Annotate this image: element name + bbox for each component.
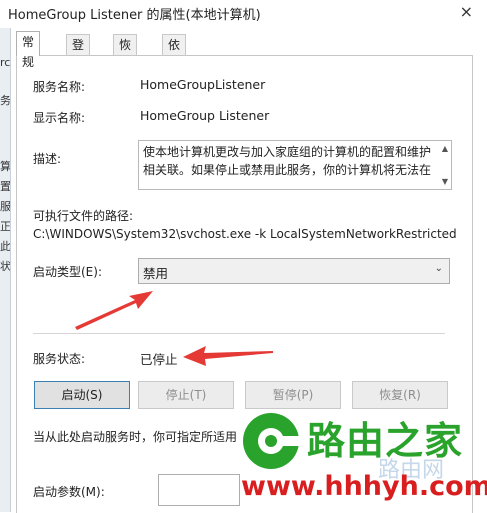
arrow-icon xyxy=(75,291,153,330)
tab-general[interactable]: 常规 xyxy=(16,31,41,69)
properties-dialog: HomeGroup Listener 的属性(本地计算机) × rc 务 算 置… xyxy=(0,0,487,513)
watermark-logo-icon xyxy=(243,413,301,469)
watermark-url: www.hhhyh.com xyxy=(241,471,487,502)
arrow-icon xyxy=(183,346,273,366)
watermark-title: 路由之家 xyxy=(307,419,464,463)
